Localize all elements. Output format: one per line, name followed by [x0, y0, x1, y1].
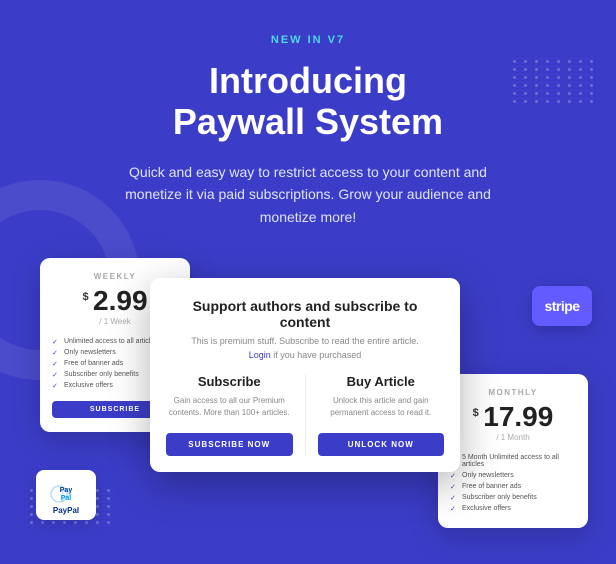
paywall-modal: Support authors and subscribe to content…: [150, 278, 460, 472]
monthly-feature-4: Subscriber only benefits: [450, 492, 576, 503]
modal-login-text: Login if you have purchased: [166, 350, 444, 360]
weekly-currency: $: [82, 291, 88, 303]
monthly-card-label: MONTHLY: [450, 388, 576, 397]
monthly-feature-3: Free of banner ads: [450, 481, 576, 492]
weekly-price: 2.99: [93, 285, 148, 316]
modal-options: Subscribe Gain access to all our Premium…: [166, 374, 444, 456]
modal-description: This is premium stuff. Subscribe to read…: [166, 336, 444, 346]
unlock-now-button[interactable]: UNLOCK NOW: [318, 433, 445, 456]
monthly-price: 17.99: [483, 401, 553, 432]
monthly-currency: $: [473, 407, 479, 419]
page-subtitle: Quick and easy way to restrict access to…: [108, 161, 508, 228]
svg-text:P: P: [60, 486, 72, 506]
monthly-feature-1: 5 Month Unlimited access to all articles: [450, 452, 576, 470]
monthly-features: 5 Month Unlimited access to all articles…: [450, 452, 576, 514]
paypal-text: PayPal: [36, 506, 96, 515]
stripe-badge: stripe: [532, 286, 592, 326]
page-title: IntroducingPaywall System: [0, 60, 616, 143]
modal-title: Support authors and subscribe to content: [166, 298, 444, 330]
subscribe-option: Subscribe Gain access to all our Premium…: [166, 374, 293, 456]
buy-article-option: Buy Article Unlock this article and gain…: [318, 374, 445, 456]
monthly-card: MONTHLY $ 17.99 / 1 Month 5 Month Unlimi…: [438, 374, 588, 528]
subscribe-now-button[interactable]: SUBSCRIBE NOW: [166, 433, 293, 456]
monthly-price-row: $ 17.99: [450, 403, 576, 431]
monthly-feature-2: Only newsletters: [450, 470, 576, 481]
cards-container: WEEKLY $ 2.99 / 1 Week Unlimited access …: [0, 258, 616, 528]
buy-article-option-title: Buy Article: [318, 374, 445, 389]
stripe-text: stripe: [544, 298, 579, 314]
modal-divider: [305, 374, 306, 456]
monthly-period: / 1 Month: [450, 433, 576, 442]
paypal-badge: Pay Pal P PayPal: [36, 470, 96, 520]
subscribe-option-desc: Gain access to all our Premium contents.…: [166, 395, 293, 423]
subscribe-option-title: Subscribe: [166, 374, 293, 389]
new-badge: NEW IN V7: [271, 34, 345, 46]
monthly-feature-5: Exclusive offers: [450, 503, 576, 514]
buy-article-option-desc: Unlock this article and gain permanent a…: [318, 395, 445, 423]
modal-login-link[interactable]: Login: [249, 350, 271, 360]
